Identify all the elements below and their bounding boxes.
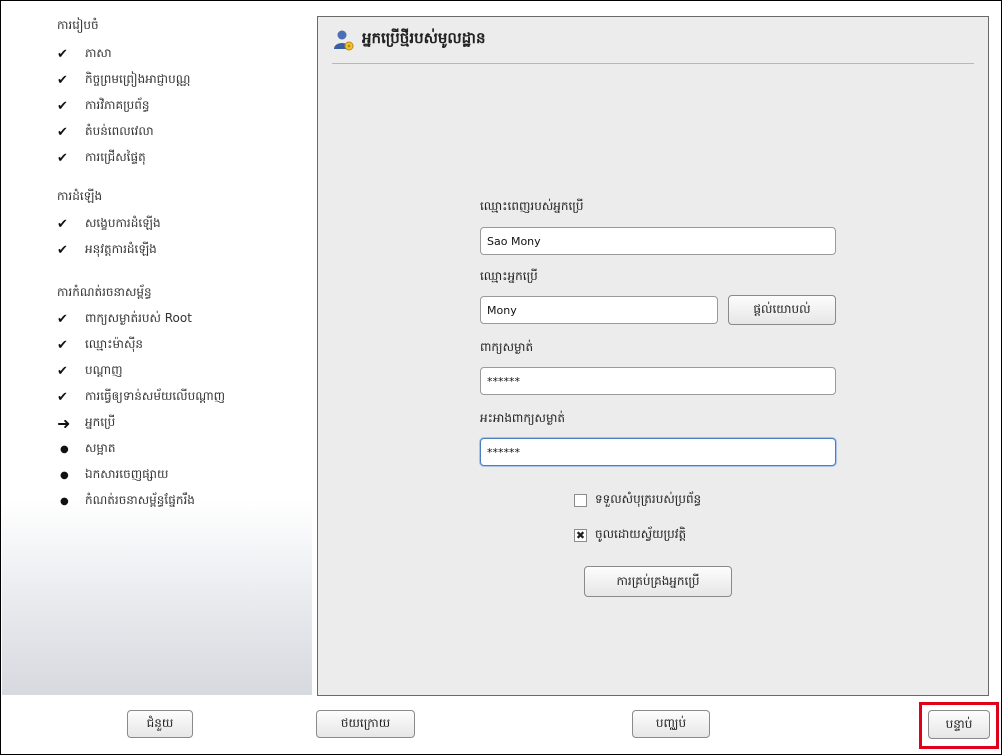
abort-button[interactable]: បញ្ឈប់	[632, 710, 710, 738]
step-license: ✔ កិច្ចព្រមព្រៀងអាជ្ញាបណ្ណ	[57, 72, 191, 88]
step-hostname: ✔ ឈ្មោះម៉ាស៊ីន	[57, 337, 144, 353]
check-icon: ✔	[57, 363, 68, 379]
step-clean-up: ● សម្អាត	[57, 437, 307, 461]
check-icon: ✔	[57, 242, 68, 258]
step-users-current: ➜ អ្នកប្រើ	[57, 413, 116, 433]
check-icon: ✔	[57, 311, 68, 327]
next-button-highlight	[919, 702, 999, 749]
step-online-update: ✔ ការធ្វើឲ្យទាន់សម័យលើបណ្ដាញ	[57, 389, 226, 405]
check-icon: ✔	[57, 46, 68, 62]
step-release-notes: ● ឯកសារចេញផ្សាយ	[57, 463, 307, 487]
check-icon: ✔	[57, 72, 68, 88]
main-panel: អ្នកប្រើថ្មីរបស់មូលដ្ឋាន ឈ្មោះពេញរបស់អ្ន…	[317, 16, 989, 696]
step-hardware-config: ● កំណត់រចនាសម្ព័ន្ធផ្នែករឹង	[57, 489, 307, 513]
bullet-icon: ●	[60, 469, 69, 481]
arrow-right-icon: ➜	[57, 413, 71, 433]
check-icon: ✔	[57, 150, 68, 166]
step-install-summary: ✔ សង្ខេបការដំឡើង	[57, 216, 161, 232]
system-mail-checkbox-row[interactable]: ទទួលសំបុត្ររបស់ប្រព័ន្ធ	[574, 491, 701, 509]
step-root-password: ✔ ពាក្យសម្ងាត់របស់ Root	[57, 311, 192, 327]
username-input[interactable]	[480, 296, 718, 324]
check-icon: ✔	[57, 124, 68, 140]
step-perform-installation: ✔ អនុវត្តការដំឡើង	[57, 242, 157, 258]
step-time-zone: ✔ តំបន់ពេលវេលា	[57, 124, 154, 140]
installer-window: ការរៀបចំ ✔ ភាសា ✔ កិច្ចព្រមព្រៀងអាជ្ញាបណ្ណ…	[0, 0, 1002, 755]
full-name-label: ឈ្មោះពេញរបស់អ្នកប្រើ	[480, 199, 584, 213]
step-network: ✔ បណ្ដាញ	[57, 363, 123, 379]
bullet-icon: ●	[60, 443, 69, 455]
system-mail-checkbox[interactable]	[574, 493, 587, 507]
help-button[interactable]: ជំនួយ	[127, 710, 193, 738]
check-icon: ✔	[57, 98, 68, 114]
password-label: ពាក្យសម្ងាត់	[480, 340, 534, 354]
bullet-icon: ●	[60, 495, 69, 507]
suggest-button[interactable]: ផ្ដល់យោបល់	[728, 295, 836, 325]
back-button[interactable]: ថយក្រោយ	[316, 710, 415, 738]
step-desktop-selection: ✔ ការជ្រើសផ្ទៃតុ	[57, 150, 146, 166]
step-system-analysis: ✔ ការវិភាគប្រព័ន្ធ	[57, 98, 150, 114]
manage-users-button[interactable]: ការគ្រប់គ្រងអ្នកប្រើ	[584, 566, 732, 597]
user-icon	[332, 29, 354, 51]
sidebar-steps: ការរៀបចំ ✔ ភាសា ✔ កិច្ចព្រមព្រៀងអាជ្ញាបណ្ណ…	[2, 2, 312, 695]
check-icon: ✔	[57, 337, 68, 353]
section-title-configuration: ការកំណត់រចនាសម្ព័ន្ធ	[57, 285, 152, 299]
check-icon: ✔	[57, 389, 68, 405]
section-title-installation: ការដំឡើង	[57, 189, 103, 203]
step-language: ✔ ភាសា	[57, 46, 112, 62]
title-divider	[332, 63, 974, 64]
check-icon: ✔	[57, 216, 68, 232]
password-input[interactable]	[480, 367, 836, 395]
autologin-checkbox-row[interactable]: ✖ ចូលដោយស្វ័យប្រវត្តិ	[574, 526, 686, 544]
full-name-input[interactable]	[480, 227, 836, 255]
section-title-preparation: ការរៀបចំ	[57, 18, 99, 32]
confirm-password-label: អះអាងពាក្យសម្ងាត់	[480, 411, 566, 425]
autologin-checkbox[interactable]: ✖	[574, 528, 587, 542]
confirm-password-input[interactable]	[480, 438, 836, 466]
page-title: អ្នកប្រើថ្មីរបស់មូលដ្ឋាន	[332, 29, 486, 51]
username-label: ឈ្មោះអ្នកប្រើ	[480, 269, 538, 283]
